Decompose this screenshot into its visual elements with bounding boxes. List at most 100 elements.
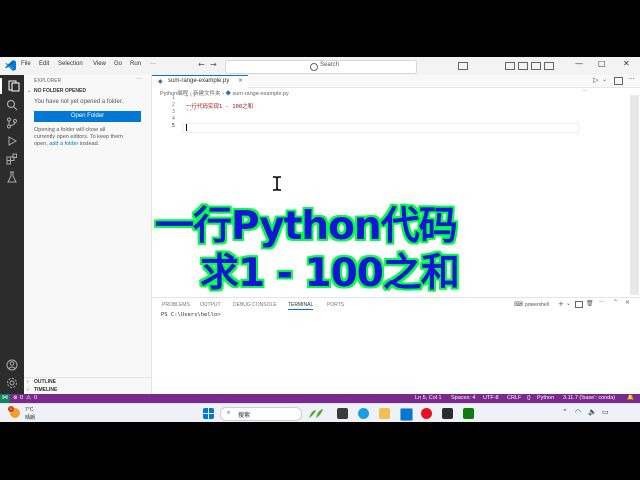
editor-more-icon[interactable]: ··· [628,75,635,83]
testing-icon[interactable] [6,171,18,183]
widget-leaf-icon[interactable] [308,408,324,419]
toggle-sidebar-icon[interactable] [505,62,515,70]
account-icon[interactable] [6,359,18,371]
error-count[interactable]: 0 [20,395,23,401]
line-ending[interactable]: CRLF [507,395,521,401]
remote-icon: ⋈ [2,394,8,401]
menu-view[interactable]: View [93,61,106,67]
bottom-panel: PROBLEMS OUTPUT DEBUG CONSOLE TERMINAL P… [152,297,640,395]
no-folder-header[interactable]: NO FOLDER OPENED [34,88,86,94]
copilot-icon[interactable] [458,62,468,70]
tab-ports[interactable]: PORTS [327,302,344,308]
terminal-name[interactable]: powershell [525,302,549,308]
remote-indicator[interactable]: ⋈ [0,394,10,403]
sticky-more-icon: ··· [582,88,588,95]
search-activity-icon[interactable] [6,99,18,111]
toggle-panel-icon[interactable] [518,62,528,70]
volume-icon[interactable]: 🔈 [588,408,597,416]
python-interpreter[interactable]: 3.11.7 ('base': conda) [563,395,615,401]
open-folder-button[interactable]: Open Folder [34,111,141,122]
wifi-icon[interactable]: ◠ [575,408,581,416]
tab-sum-range-example[interactable]: ◆ sum-range-example.py × [152,75,248,88]
forward-arrow-icon[interactable]: → [210,60,217,69]
encoding[interactable]: UTF-8 [483,395,499,401]
settings-gear-icon[interactable] [6,377,18,389]
menu-selection[interactable]: Selection [58,61,83,67]
warning-icon: ⚠ [26,395,31,401]
breadcrumb-folder-2[interactable]: 新建文件夹 [193,91,221,97]
tab-output[interactable]: OUTPUT [200,302,221,308]
menu-edit[interactable]: Edit [39,61,49,67]
activity-bar [0,75,24,395]
tab-debug-console[interactable]: DEBUG CONSOLE [233,302,277,308]
letterbox-bottom [0,422,640,480]
vscode-taskbar-icon[interactable] [400,408,413,421]
panel-more-icon[interactable]: ··· [599,299,605,306]
app-icon-dark[interactable] [442,408,453,419]
timeline-section[interactable]: TIMELINE [34,387,57,393]
chevron-right-icon: › [27,379,29,385]
minimize-icon[interactable]: — [575,59,583,68]
battery-icon[interactable]: ▭ [602,408,609,416]
tray-chevron-icon[interactable]: ⌃ [562,408,568,416]
maximize-panel-icon[interactable]: ⌃ [613,299,618,306]
hint-line-3-after: instead. [78,141,100,147]
current-line-highlight [182,123,579,133]
app-icon-red[interactable] [421,408,432,419]
overlay-title-line-2: 求1 - 100之和 [200,251,460,296]
braces-icon: {} [527,395,531,401]
maximize-icon[interactable]: □ [598,59,606,68]
language-mode[interactable]: Python [537,395,554,401]
back-arrow-icon[interactable]: ← [198,60,205,69]
chevron-down-icon: ⌄ [27,88,32,94]
explorer-more-icon[interactable]: ··· [136,76,142,82]
split-terminal-icon[interactable] [575,301,583,308]
outline-section[interactable]: OUTLINE [34,379,56,385]
new-terminal-icon[interactable]: + [558,300,564,308]
run-python-icon[interactable]: ▷ [593,76,598,84]
terminal-dropdown-icon[interactable]: ⌄ [566,300,571,307]
breadcrumb-file[interactable]: sum-range-example.py [233,91,289,97]
taskbar-search[interactable]: ⌕ 搜索 [220,407,302,421]
tab-terminal[interactable]: TERMINAL [288,302,314,310]
command-center-search[interactable]: Search [225,60,417,74]
line-number: 1 [171,95,175,101]
cursor-position[interactable]: Ln 5, Col 1 [415,395,442,401]
code-line[interactable]: ''' [186,109,196,115]
menu-file[interactable]: File [21,61,31,67]
line-number: 2 [171,102,175,108]
kill-terminal-icon[interactable]: 🗑 [586,300,594,307]
code-line[interactable]: ''' [186,95,196,101]
terminal-prompt[interactable]: PS C:\Users\hello> [161,312,221,318]
app-icon-green[interactable] [463,408,474,419]
line-number: 5 [171,123,175,129]
windows-start-icon[interactable] [203,408,214,419]
menu-more[interactable]: ··· [150,61,156,67]
bell-icon[interactable]: 🔔 [627,395,634,401]
edge-browser-icon[interactable] [358,408,369,419]
menu-go[interactable]: Go [114,61,122,67]
toggle-secondary-sidebar-icon[interactable] [531,62,541,70]
task-view-icon[interactable] [337,408,348,419]
add-folder-link[interactable]: add a folder [49,141,78,147]
weather-temp: 7°C [25,407,34,413]
run-debug-icon[interactable] [6,135,18,147]
tab-problems[interactable]: PROBLEMS [162,302,190,308]
menu-run[interactable]: Run [130,61,141,67]
tab-close-icon[interactable]: × [238,77,243,84]
customize-layout-icon[interactable] [544,62,554,70]
file-explorer-icon[interactable] [379,408,390,419]
extensions-icon[interactable] [6,153,18,165]
indentation[interactable]: Spaces: 4 [451,395,475,401]
warning-count[interactable]: 0 [34,395,37,401]
hint-line-3: open, add a folder instead. [34,141,99,147]
editor-scrollbar[interactable] [630,95,639,295]
split-editor-icon[interactable] [614,77,623,85]
run-dropdown-icon[interactable]: ⌄ [602,76,607,83]
code-line[interactable]: 一行代码实现1 - 100之和 [186,102,253,110]
source-control-icon[interactable] [6,117,18,129]
close-panel-icon[interactable]: × [625,299,630,306]
divider [24,377,151,378]
close-icon[interactable]: ✕ [623,59,630,68]
explorer-activity[interactable] [0,78,26,94]
